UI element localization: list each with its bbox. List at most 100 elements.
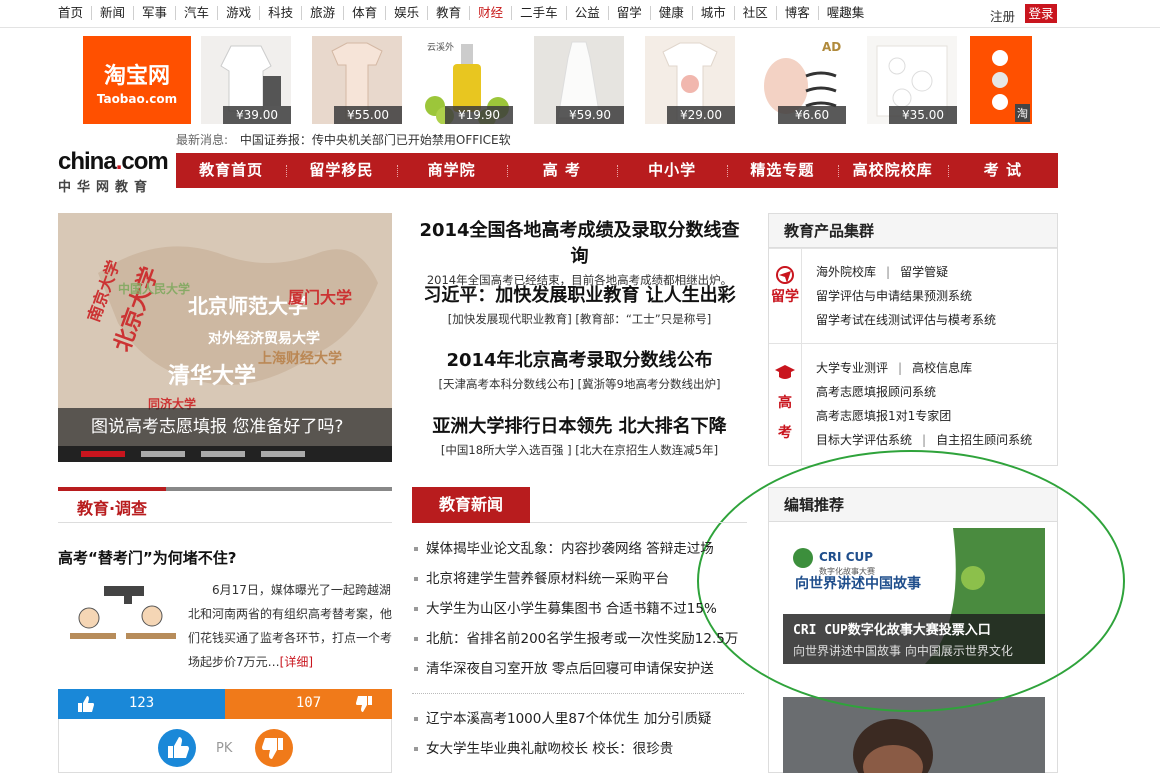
ad-product-7[interactable]: ¥35.00: [867, 36, 957, 124]
ad-product-1[interactable]: ¥39.00: [201, 36, 291, 124]
topnav-item[interactable]: 游戏: [218, 6, 261, 20]
cri-cup-banner[interactable]: 向世界讲述中国故事 CRI CUP 数字化故事大赛 CRI CUP数字化故事大赛…: [783, 528, 1045, 664]
headline-4: 亚洲大学排行日本领先 北大排名下降 [中国18所大学入选百强 ] [北大在京招生…: [412, 412, 747, 458]
ad-product-3[interactable]: 云溪外 ¥19.90: [423, 36, 513, 124]
news-item[interactable]: 大学生为山区小学生募集图书 合适书籍不过15%: [412, 594, 738, 624]
edu-news-tab[interactable]: 教育新闻: [412, 487, 530, 523]
topnav-item[interactable]: 教育: [428, 6, 471, 20]
vote-area: PK: [58, 719, 392, 773]
group-links: 海外院校库 | 留学管疑 留学评估与申请结果预测系统 留学考试在线测试评估与模考系统: [816, 265, 997, 327]
channel-nav-item[interactable]: 教育首页: [176, 153, 286, 188]
channel-nav-item[interactable]: 留学移民: [286, 153, 396, 188]
topnav-item[interactable]: 新闻: [92, 6, 135, 20]
topnav-item[interactable]: 娱乐: [386, 6, 429, 20]
ticker-link[interactable]: 中国证券报：传中央机关部门已开始禁用OFFICE软: [240, 133, 511, 147]
survey-more-link[interactable]: [详细]: [280, 655, 313, 669]
topnav-item[interactable]: 体育: [344, 6, 387, 20]
pk-label: PK: [216, 741, 233, 756]
topnav-item[interactable]: 汽车: [176, 6, 219, 20]
register-link[interactable]: 注册: [990, 6, 1015, 25]
site-logo[interactable]: china.com 中华网教育: [58, 148, 169, 195]
ad-product-6[interactable]: AD ¥6.60: [756, 36, 846, 124]
pager-dot[interactable]: [81, 451, 125, 457]
headline-sub[interactable]: [天津高考本科分数线公布] [冀浙等9地高考分数线出炉]: [412, 376, 747, 392]
news-item[interactable]: 清华深夜自习室开放 零点后回寝可申请保安护送: [412, 654, 738, 684]
channel-nav-item[interactable]: 精选专题: [727, 153, 837, 188]
topnav-item[interactable]: 公益: [567, 6, 609, 20]
thumbs-down-icon: [262, 738, 283, 759]
news-item[interactable]: 北京将建学生营养餐原材料统一采购平台: [412, 564, 738, 594]
topnav-item[interactable]: 财经: [470, 6, 513, 20]
headline-title[interactable]: 习近平：加快发展职业教育 让人生出彩: [412, 281, 747, 307]
vote-no-button[interactable]: [255, 729, 293, 767]
vote-yes-button[interactable]: [158, 729, 196, 767]
product-link[interactable]: 大学专业测评: [816, 361, 888, 375]
product-link[interactable]: 高考志愿填报1对1专家团: [816, 409, 951, 423]
product-link[interactable]: 自主招生顾问系统: [936, 433, 1032, 447]
ad-product-5[interactable]: ¥29.00: [645, 36, 735, 124]
svg-text:向世界讲述中国故事: 向世界讲述中国故事: [795, 575, 921, 592]
topnav-item[interactable]: 博客: [777, 6, 819, 20]
channel-nav-item[interactable]: 中小学: [617, 153, 727, 188]
product-link[interactable]: 留学管疑: [900, 265, 948, 279]
headline-1: 2014全国各地高考成绩及录取分数线查询 2014年全国高考已经结束，目前各地高…: [412, 216, 747, 288]
pager-dot[interactable]: [141, 451, 185, 457]
group-label: 留学: [771, 289, 799, 305]
group-links: 大学专业测评 | 高校信息库 高考志愿填报顾问系统 高考志愿填报1对1专家团 目标大…: [816, 361, 1033, 447]
headline-sub[interactable]: [中国18所大学入选百强 ] [北大在京招生人数连减5年]: [412, 442, 747, 458]
survey-tab[interactable]: 教育·调查: [58, 487, 166, 527]
product-link[interactable]: 留学评估与申请结果预测系统: [816, 289, 972, 303]
banner-brand: CRI CUP: [819, 550, 874, 564]
channel-nav-item[interactable]: 商学院: [396, 153, 507, 188]
pager-dot[interactable]: [201, 451, 245, 457]
ad-brand: AD: [822, 40, 842, 54]
editor-recommend-box: 编辑推荐 向世界讲述中国故事 CRI CUP 数字化故事大赛 CRI CUP数字…: [768, 487, 1058, 773]
ad-product-4[interactable]: ¥59.90: [534, 36, 624, 124]
channel-nav-item[interactable]: 考 试: [947, 153, 1058, 188]
survey-question[interactable]: 高考“替考门”为何堵不住?: [58, 547, 236, 568]
box-title: 教育产品集群: [769, 214, 1057, 248]
hero-pager: [58, 446, 392, 462]
product-group-gaokao: 高考 大学专业测评 | 高校信息库 高考志愿填报顾问系统 高考志愿填报1对1专家团 …: [769, 343, 1057, 465]
survey-header: 教育·调查: [58, 487, 392, 527]
child-portrait-image[interactable]: [783, 697, 1045, 773]
pager-dot[interactable]: [261, 451, 305, 457]
product-link[interactable]: 留学考试在线测试评估与模考系统: [816, 313, 996, 327]
topnav-item[interactable]: 社区: [735, 6, 777, 20]
ad-product-2[interactable]: ¥55.00: [312, 36, 402, 124]
banner-caption-sub: 向世界讲述中国故事 向中国展示世界文化: [793, 644, 1013, 658]
topnav-item[interactable]: 旅游: [302, 6, 345, 20]
topnav-item[interactable]: 喔趣集: [819, 6, 873, 20]
product-link[interactable]: 目标大学评估系统: [816, 433, 912, 447]
product-link[interactable]: 高校信息库: [912, 361, 972, 375]
knob-icon: [992, 72, 1008, 88]
hero-slideshow[interactable]: 北京师范大学 南京大学 北京大学 清华大学 上海财经大学 厦门大学 对外经济贸易…: [58, 213, 392, 462]
topnav-item[interactable]: 健康: [651, 6, 693, 20]
topnav-item[interactable]: 城市: [693, 6, 735, 20]
headline-sub[interactable]: [加快发展现代职业教育] [教育部：“工士”只是称号]: [412, 311, 747, 327]
news-item[interactable]: 女大学生毕业典礼献吻校长 校长：很珍贵: [412, 734, 711, 764]
topnav-item[interactable]: 留学: [609, 6, 651, 20]
ticker-label: 最新消息:: [176, 133, 229, 147]
login-button[interactable]: 登录: [1025, 4, 1057, 23]
topnav-item[interactable]: 二手车: [512, 6, 567, 20]
plane-icon: [776, 266, 794, 284]
topnav-item[interactable]: 军事: [134, 6, 177, 20]
news-item[interactable]: 辽宁本溪高考1000人里87个体优生 加分引质疑: [412, 704, 711, 734]
headline-title[interactable]: 2014年北京高考录取分数线公布: [412, 346, 747, 372]
taobao-logo[interactable]: 淘宝网 Taobao.com: [83, 36, 191, 124]
product-link[interactable]: 海外院校库: [816, 265, 876, 279]
channel-nav-item[interactable]: 高 考: [506, 153, 617, 188]
news-item[interactable]: 北航：省排名前200名学生报考或一次性奖励12.5万: [412, 624, 738, 654]
news-item[interactable]: 媒体揭毕业论文乱象：内容抄袭网络 答辩走过场: [412, 534, 738, 564]
topnav-item[interactable]: 首页: [58, 6, 93, 20]
vote-bar: 123 107: [58, 689, 392, 719]
topnav-item[interactable]: 科技: [260, 6, 303, 20]
channel-nav: 教育首页 留学移民 商学院高 考中小学 精选专题 高校院校库考 试: [176, 153, 1058, 188]
channel-nav-item[interactable]: 高校院校库: [837, 153, 948, 188]
product-link[interactable]: 高考志愿填报顾问系统: [816, 385, 936, 399]
ad-traffic-light[interactable]: 淘: [970, 36, 1032, 124]
headline-title[interactable]: 亚洲大学排行日本领先 北大排名下降: [412, 412, 747, 438]
child-face-photo: [783, 697, 1045, 773]
headline-title[interactable]: 2014全国各地高考成绩及录取分数线查询: [412, 216, 747, 268]
